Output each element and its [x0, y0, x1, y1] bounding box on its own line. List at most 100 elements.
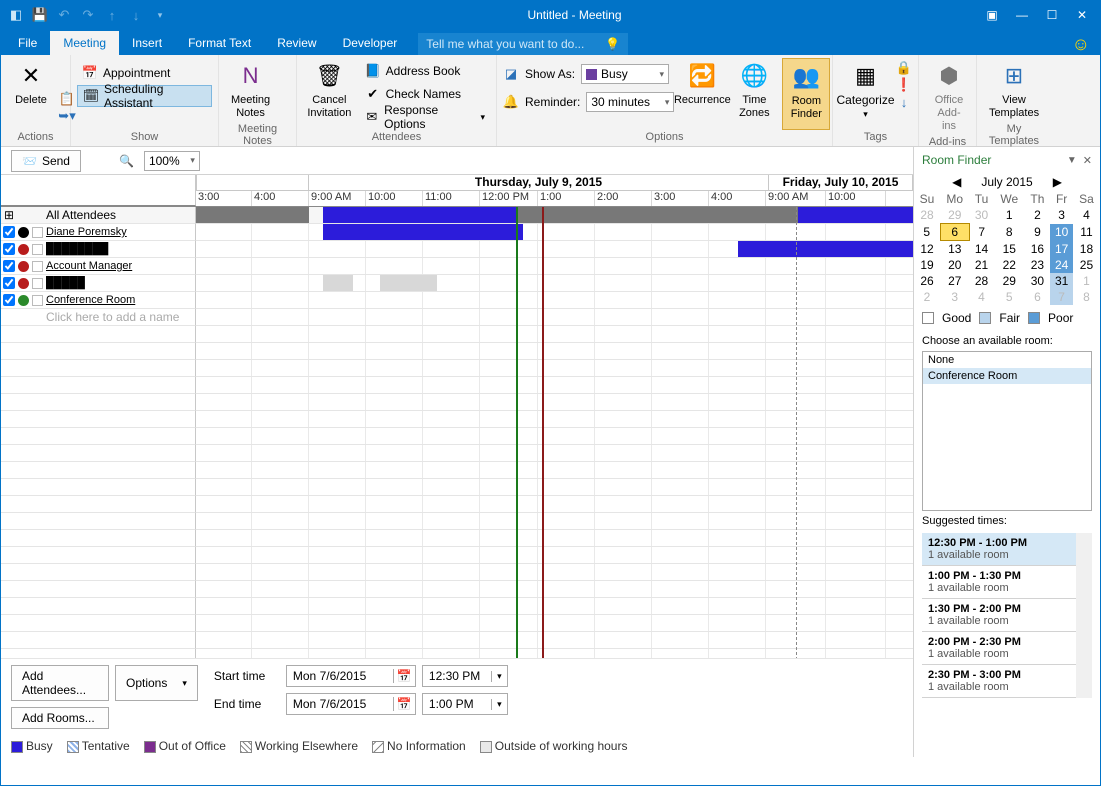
- attendee-checkbox[interactable]: [3, 277, 15, 289]
- calendar-day[interactable]: 31: [1050, 273, 1074, 289]
- prev-month-icon[interactable]: ◀: [952, 175, 961, 189]
- send-button[interactable]: 📨Send: [11, 150, 81, 172]
- calendar-day[interactable]: 30: [970, 207, 994, 224]
- calendar-day[interactable]: 18: [1073, 241, 1099, 258]
- maximize-icon[interactable]: ☐: [1038, 4, 1066, 26]
- suggested-time-item[interactable]: 2:00 PM - 2:30 PM1 available room: [922, 632, 1076, 665]
- calendar-day[interactable]: 2: [1025, 207, 1050, 224]
- tab-insert[interactable]: Insert: [119, 31, 175, 55]
- recurrence-button[interactable]: 🔁Recurrence: [678, 58, 726, 130]
- mini-calendar[interactable]: SuMoTuWeThFrSa28293012345678910111213141…: [914, 191, 1100, 305]
- low-importance-icon[interactable]: ↓: [896, 94, 912, 110]
- cancel-invitation-button[interactable]: 🗑 Cancel Invitation: [303, 58, 356, 130]
- address-book-button[interactable]: 📘Address Book: [360, 60, 490, 82]
- attendee-checkbox[interactable]: [3, 260, 15, 272]
- calendar-day[interactable]: 29: [994, 273, 1026, 289]
- calendar-picker-icon[interactable]: 📅: [393, 697, 415, 711]
- expand-icon[interactable]: ⊞: [3, 208, 15, 222]
- showas-combo[interactable]: Busy▾: [581, 64, 669, 84]
- attendee-row[interactable]: Conference Room: [1, 292, 196, 309]
- timeline-column[interactable]: [196, 207, 913, 658]
- suggested-time-item[interactable]: 1:30 PM - 2:00 PM1 available room: [922, 599, 1076, 632]
- attendee-row[interactable]: ████████: [1, 241, 196, 258]
- calendar-day[interactable]: 8: [994, 224, 1026, 241]
- suggested-time-item[interactable]: 1:00 PM - 1:30 PM1 available room: [922, 566, 1076, 599]
- qat-more-icon[interactable]: ▾: [149, 4, 171, 26]
- tab-meeting[interactable]: Meeting: [50, 31, 119, 55]
- room-finder-button[interactable]: 👥Room Finder: [782, 58, 830, 130]
- calendar-day[interactable]: 24: [1050, 257, 1074, 273]
- suggested-times-list[interactable]: ▲ 12:30 PM - 1:00 PM1 available room1:00…: [922, 533, 1092, 698]
- add-attendees-button[interactable]: Add Attendees...: [11, 665, 109, 701]
- check-names-button[interactable]: ✔Check Names: [360, 83, 490, 105]
- attendee-checkbox[interactable]: [3, 226, 15, 238]
- attendee-checkbox[interactable]: [3, 294, 15, 306]
- calendar-day[interactable]: 9: [1025, 224, 1050, 241]
- calendar-day[interactable]: 13: [940, 241, 970, 258]
- next-icon[interactable]: ↓: [125, 4, 147, 26]
- calendar-day[interactable]: 2: [914, 289, 940, 305]
- calendar-day[interactable]: 28: [970, 273, 994, 289]
- calendar-day[interactable]: 28: [914, 207, 940, 224]
- calendar-day[interactable]: 15: [994, 241, 1026, 258]
- calendar-day[interactable]: 27: [940, 273, 970, 289]
- scroll-up-icon[interactable]: ▲: [1078, 533, 1091, 547]
- close-icon[interactable]: ✕: [1068, 4, 1096, 26]
- zoom-icon[interactable]: 🔍: [119, 154, 134, 168]
- attendee-row[interactable]: Account Manager: [1, 258, 196, 275]
- tell-me-search[interactable]: Tell me what you want to do... 💡: [418, 33, 628, 55]
- calendar-day[interactable]: 21: [970, 257, 994, 273]
- appointment-button[interactable]: 📅Appointment: [77, 62, 212, 84]
- calendar-day[interactable]: 8: [1073, 289, 1099, 305]
- zoom-combo[interactable]: 100%▾: [144, 151, 200, 171]
- pane-dropdown-icon[interactable]: ▼: [1067, 155, 1077, 166]
- scheduling-assistant-button[interactable]: 🗓Scheduling Assistant: [77, 85, 212, 107]
- calendar-day[interactable]: 1: [994, 207, 1026, 224]
- end-date-input[interactable]: Mon 7/6/2015📅: [286, 693, 416, 715]
- high-importance-icon[interactable]: ❗: [896, 77, 912, 93]
- tab-file[interactable]: File: [5, 31, 50, 55]
- start-date-input[interactable]: Mon 7/6/2015📅: [286, 665, 416, 687]
- calendar-day[interactable]: 14: [970, 241, 994, 258]
- tab-format[interactable]: Format Text: [175, 31, 264, 55]
- calendar-day[interactable]: 22: [994, 257, 1026, 273]
- calendar-day[interactable]: 7: [1050, 289, 1074, 305]
- calendar-day[interactable]: 10: [1050, 224, 1074, 241]
- calendar-day[interactable]: 7: [970, 224, 994, 241]
- calendar-day[interactable]: 3: [1050, 207, 1074, 224]
- start-time-input[interactable]: 12:30 PM▾: [422, 665, 508, 687]
- add-attendee-row[interactable]: Click here to add a name: [1, 309, 196, 326]
- calendar-day[interactable]: 3: [940, 289, 970, 305]
- end-time-input[interactable]: 1:00 PM▾: [422, 693, 508, 715]
- categorize-button[interactable]: ▦Categorize▾: [839, 58, 892, 130]
- tab-developer[interactable]: Developer: [330, 31, 411, 55]
- options-button[interactable]: Options▾: [115, 665, 198, 701]
- next-month-icon[interactable]: ▶: [1053, 175, 1062, 189]
- view-templates-button[interactable]: ⊞View Templates: [983, 58, 1045, 122]
- time-zones-button[interactable]: 🌐Time Zones: [730, 58, 778, 130]
- ribbon-options-icon[interactable]: ▣: [978, 4, 1006, 26]
- calendar-day[interactable]: 30: [1025, 273, 1050, 289]
- tab-review[interactable]: Review: [264, 31, 329, 55]
- meeting-notes-button[interactable]: N Meeting Notes: [225, 58, 276, 122]
- calendar-day[interactable]: 20: [940, 257, 970, 273]
- save-icon[interactable]: 💾: [29, 4, 51, 26]
- attendee-checkbox[interactable]: [3, 243, 15, 255]
- redo-icon[interactable]: ↷: [77, 4, 99, 26]
- attendee-row[interactable]: █████: [1, 275, 196, 292]
- calendar-day[interactable]: 4: [970, 289, 994, 305]
- calendar-day[interactable]: 19: [914, 257, 940, 273]
- calendar-day[interactable]: 17: [1050, 241, 1074, 258]
- calendar-day[interactable]: 12: [914, 241, 940, 258]
- undo-icon[interactable]: ↶: [53, 4, 75, 26]
- minimize-icon[interactable]: —: [1008, 4, 1036, 26]
- reminder-combo[interactable]: 30 minutes▾: [586, 92, 674, 112]
- calendar-day[interactable]: 29: [940, 207, 970, 224]
- calendar-day[interactable]: 4: [1073, 207, 1099, 224]
- calendar-picker-icon[interactable]: 📅: [393, 669, 415, 683]
- suggested-time-item[interactable]: 2:30 PM - 3:00 PM1 available room: [922, 665, 1076, 698]
- office-addins-button[interactable]: ⬢Office Add-ins: [925, 58, 973, 135]
- pane-close-icon[interactable]: ✕: [1083, 154, 1092, 167]
- suggested-time-item[interactable]: 12:30 PM - 1:00 PM1 available room: [922, 533, 1076, 566]
- prev-icon[interactable]: ↑: [101, 4, 123, 26]
